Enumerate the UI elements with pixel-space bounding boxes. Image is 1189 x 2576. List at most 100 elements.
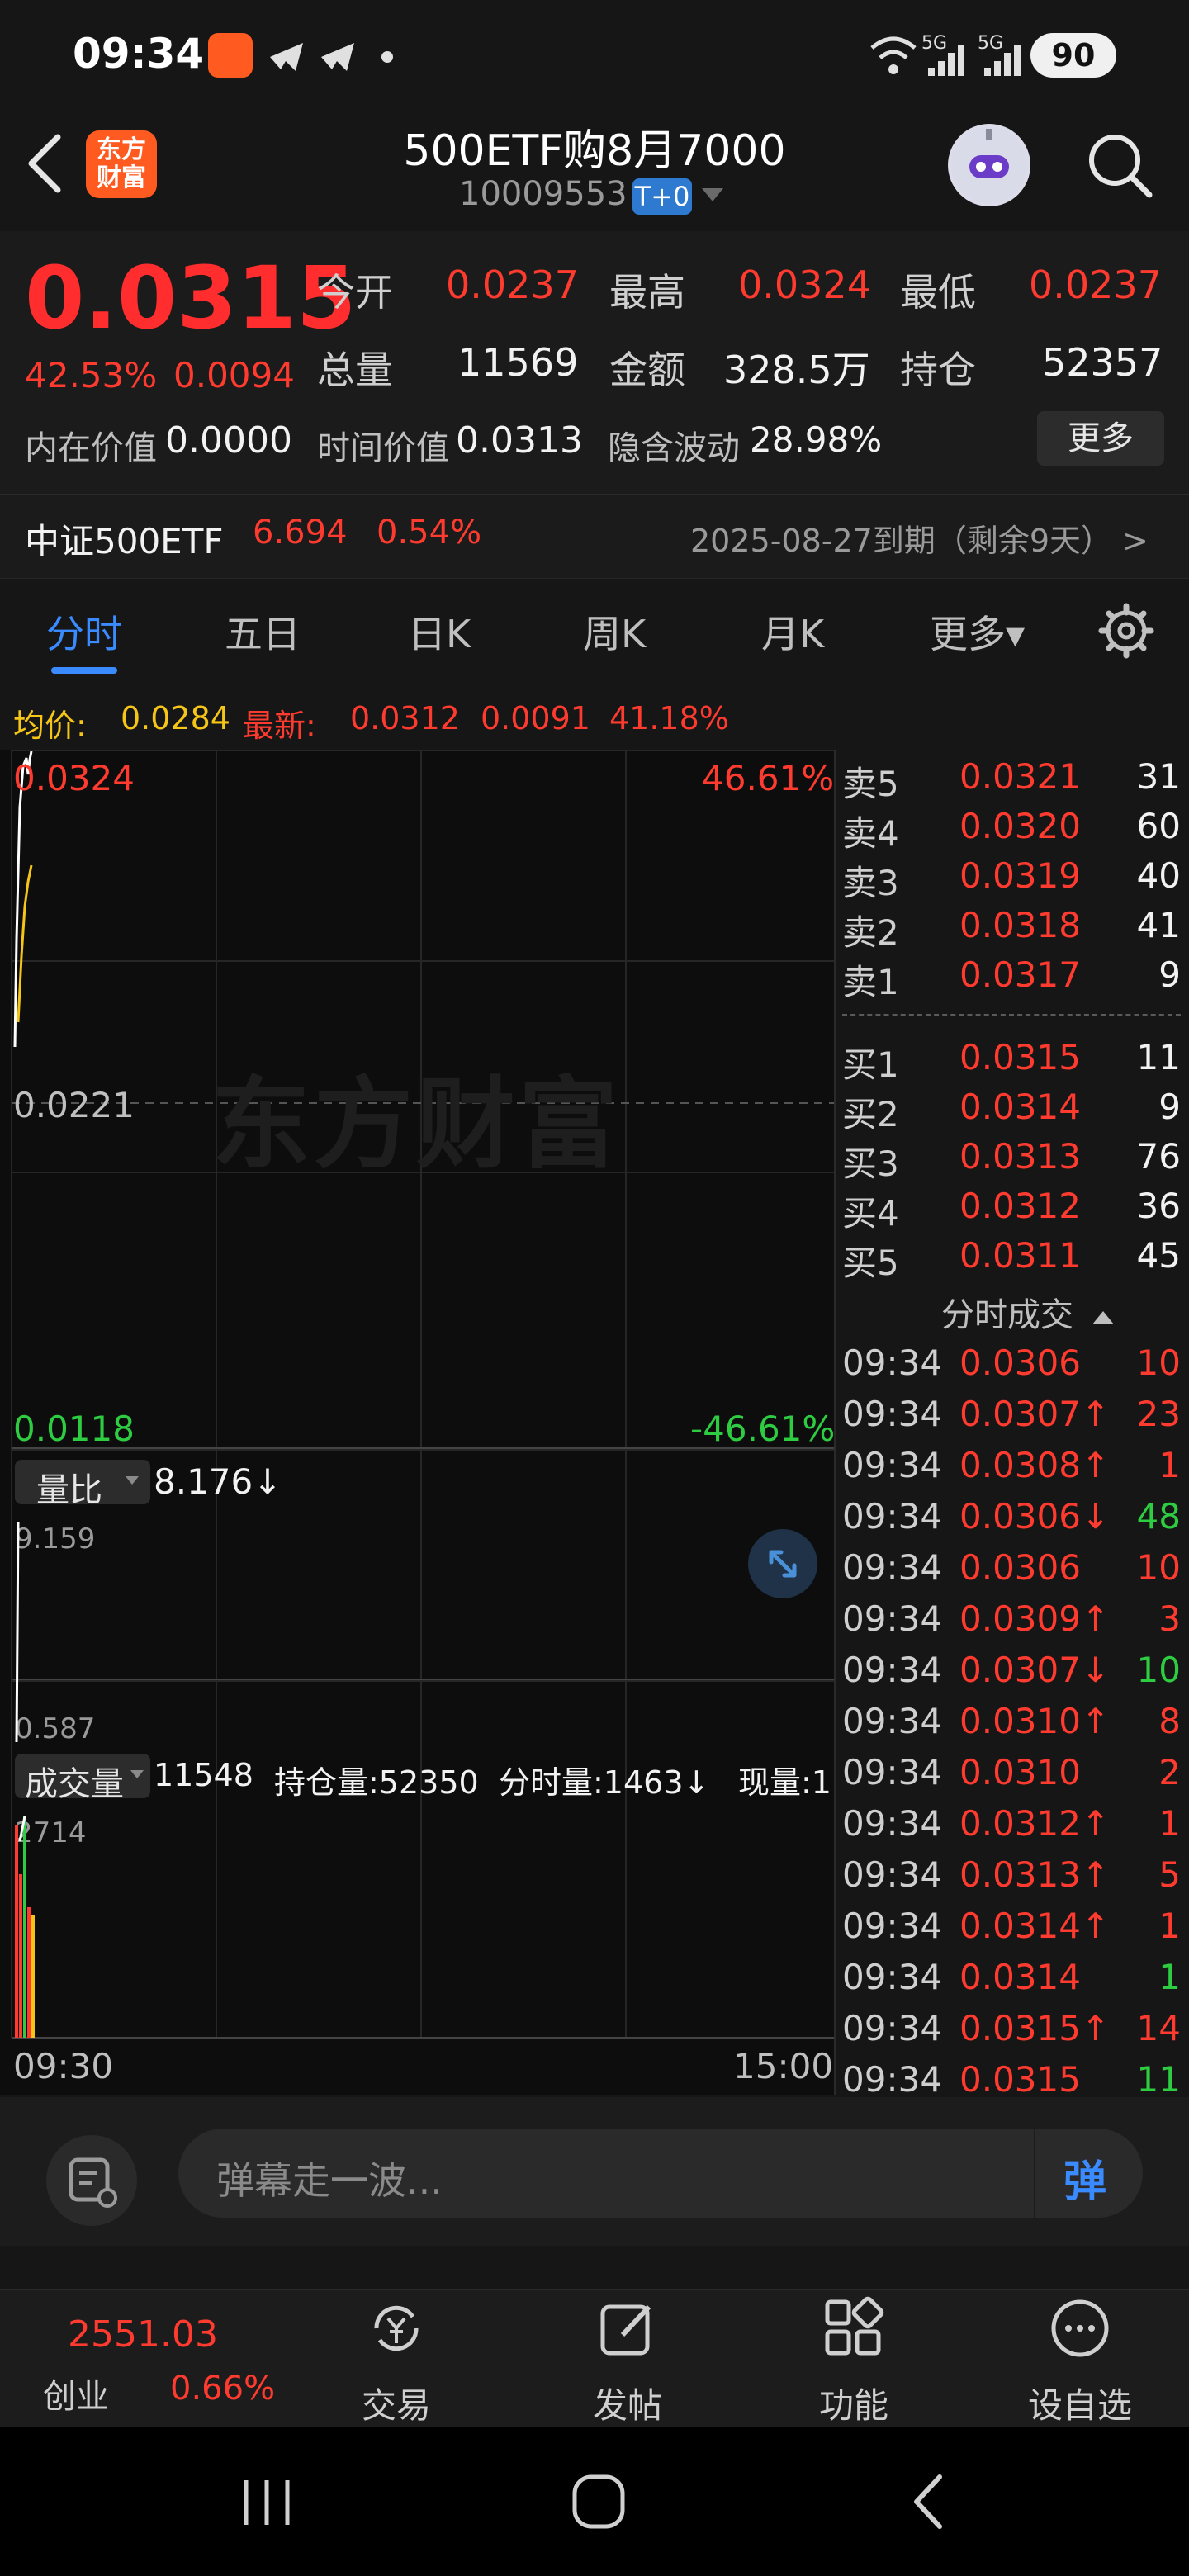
logo-text-bottom: 财富 bbox=[97, 163, 146, 192]
tick-price: 0.0315 bbox=[959, 2059, 1081, 2100]
tick-price: 0.0309↑ bbox=[959, 1598, 1111, 1639]
ask-label: 卖3 bbox=[842, 863, 899, 903]
tick-price: 0.0307↑ bbox=[959, 1394, 1111, 1434]
status-clock: 09:34 bbox=[73, 30, 205, 78]
tick-volume: 1 bbox=[1158, 1906, 1181, 1946]
nav-post[interactable]: 发帖 bbox=[545, 2378, 710, 2428]
order-book-divider bbox=[842, 1014, 1181, 1016]
amount-value: 328.5万 bbox=[723, 348, 870, 392]
post-icon[interactable] bbox=[594, 2295, 661, 2361]
intrinsic-value: 0.0000 bbox=[165, 419, 292, 462]
chevron-down-icon bbox=[130, 1770, 144, 1778]
trade-icon[interactable] bbox=[363, 2295, 429, 2361]
time-value-label: 时间价值 bbox=[317, 429, 449, 467]
bid-row-3: 买3 0.0313 76 bbox=[842, 1136, 1189, 1186]
implied-vol-value: 28.98% bbox=[750, 419, 883, 460]
ask-price: 0.0318 bbox=[959, 905, 1081, 945]
gear-icon[interactable] bbox=[1098, 603, 1154, 659]
avg-value: 0.0284 bbox=[121, 700, 230, 736]
tick-price: 0.0314↑ bbox=[959, 1906, 1111, 1946]
tick-volume: 11 bbox=[1136, 2059, 1181, 2100]
chevron-down-icon bbox=[126, 1476, 139, 1485]
tick-price: 0.0315↑ bbox=[959, 2008, 1111, 2048]
tick-price: 0.0313↑ bbox=[959, 1854, 1111, 1895]
battery-level: 90 bbox=[1051, 37, 1096, 73]
tick-time: 09:34 bbox=[842, 2059, 943, 2100]
home-icon[interactable] bbox=[570, 2472, 628, 2531]
nav-trade[interactable]: 交易 bbox=[314, 2378, 479, 2428]
ask-price: 0.0319 bbox=[959, 855, 1081, 896]
danmaku-settings-icon bbox=[69, 2157, 117, 2208]
expiry-info[interactable]: 2025-08-27到期（剩余9天） > bbox=[690, 515, 1149, 561]
functions-icon[interactable] bbox=[821, 2295, 887, 2361]
last-price: 0.0315 bbox=[25, 248, 357, 348]
tick-row: 09:34 0.0306↓ 48 bbox=[842, 1496, 1189, 1547]
watchlist-icon[interactable] bbox=[1047, 2295, 1113, 2361]
ask-price: 0.0320 bbox=[959, 806, 1081, 846]
nav-watchlist[interactable]: 设自选 bbox=[997, 2378, 1163, 2428]
bid-label: 买4 bbox=[842, 1193, 899, 1234]
tab-five-day[interactable]: 五日 bbox=[225, 604, 301, 659]
bid-label: 买2 bbox=[842, 1094, 899, 1134]
tick-row: 09:34 0.0309↑ 3 bbox=[842, 1598, 1189, 1650]
tick-volume: 1 bbox=[1158, 1957, 1181, 1997]
volume-ratio-line bbox=[15, 1522, 20, 1743]
tab-more[interactable]: 更多▾ bbox=[930, 604, 1025, 659]
tick-price: 0.0307↓ bbox=[959, 1650, 1111, 1690]
tick-price: 0.0310↑ bbox=[959, 1701, 1111, 1741]
tick-time: 09:34 bbox=[842, 1445, 943, 1485]
tick-time: 09:34 bbox=[842, 1547, 943, 1588]
tab-weekly-k[interactable]: 周K bbox=[583, 604, 646, 659]
back-icon[interactable] bbox=[905, 2472, 955, 2531]
tick-time: 09:34 bbox=[842, 2008, 943, 2048]
search-icon[interactable] bbox=[1083, 129, 1154, 200]
tick-price: 0.0306 bbox=[959, 1342, 1081, 1383]
index-name: 创业 bbox=[43, 2378, 109, 2416]
open-interest-label: 持仓 bbox=[900, 348, 976, 392]
ask-row-3: 卖3 0.0319 40 bbox=[842, 855, 1189, 905]
more-button[interactable]: 更多 bbox=[1037, 411, 1164, 466]
low-value: 0.0237 bbox=[1029, 263, 1162, 307]
telegram-icon-2 bbox=[321, 43, 354, 71]
chevron-down-icon[interactable] bbox=[700, 187, 725, 205]
tick-volume-info: 分时量:1463↓ bbox=[499, 1764, 710, 1801]
ticks-header[interactable]: 分时成交 bbox=[941, 1288, 1116, 1336]
t-plus-zero-badge: T+0 bbox=[632, 178, 692, 215]
ask-label: 卖5 bbox=[842, 764, 899, 804]
tick-row: 09:34 0.0310↑ 8 bbox=[842, 1701, 1189, 1752]
danmaku-settings-button[interactable] bbox=[46, 2135, 137, 2226]
tick-volume: 48 bbox=[1136, 1496, 1181, 1537]
tick-row: 09:34 0.0308↑ 1 bbox=[842, 1445, 1189, 1496]
change-percent: 42.53% bbox=[25, 355, 158, 395]
logo-text-top: 东方 bbox=[97, 135, 146, 164]
tab-daily-k[interactable]: 日K bbox=[408, 604, 471, 659]
volume-selector[interactable]: 成交量 bbox=[15, 1754, 150, 1803]
tab-intraday[interactable]: 分时 bbox=[46, 604, 122, 659]
index-value: 2551.03 bbox=[68, 2313, 218, 2356]
expand-chart-button[interactable] bbox=[748, 1529, 817, 1598]
volume-value: 11548 bbox=[154, 1757, 253, 1793]
tick-time: 09:34 bbox=[842, 1803, 943, 1844]
tick-row: 09:34 0.0307↓ 10 bbox=[842, 1650, 1189, 1701]
bid-volume: 36 bbox=[1136, 1186, 1181, 1226]
ask-volume: 41 bbox=[1136, 905, 1181, 945]
wifi-icon bbox=[870, 36, 917, 74]
tick-price: 0.0308↑ bbox=[959, 1445, 1111, 1485]
back-arrow-icon[interactable] bbox=[21, 132, 71, 195]
volume-ratio-selector[interactable]: 量比 bbox=[15, 1460, 150, 1509]
robot-assistant-icon[interactable] bbox=[948, 124, 1030, 206]
low-label: 最低 bbox=[900, 270, 976, 315]
volume-label: 总量 bbox=[317, 348, 393, 392]
volume-label: 成交量 bbox=[25, 1765, 124, 1803]
danmaku-send-button[interactable]: 弹 bbox=[1034, 2129, 1144, 2218]
bid-label: 买1 bbox=[842, 1044, 899, 1085]
recent-apps-icon[interactable] bbox=[238, 2474, 296, 2531]
index-ticker[interactable]: 2551.03 创业 0.66% bbox=[0, 2304, 297, 2427]
ask-price: 0.0321 bbox=[959, 756, 1081, 797]
volume-ratio-label: 量比 bbox=[36, 1471, 102, 1509]
tick-time: 09:34 bbox=[842, 1957, 943, 1997]
ask-volume: 60 bbox=[1136, 806, 1181, 846]
current-volume-text: 现量:1 bbox=[738, 1764, 831, 1801]
tab-monthly-k[interactable]: 月K bbox=[761, 604, 824, 659]
nav-functions[interactable]: 功能 bbox=[771, 2378, 936, 2428]
